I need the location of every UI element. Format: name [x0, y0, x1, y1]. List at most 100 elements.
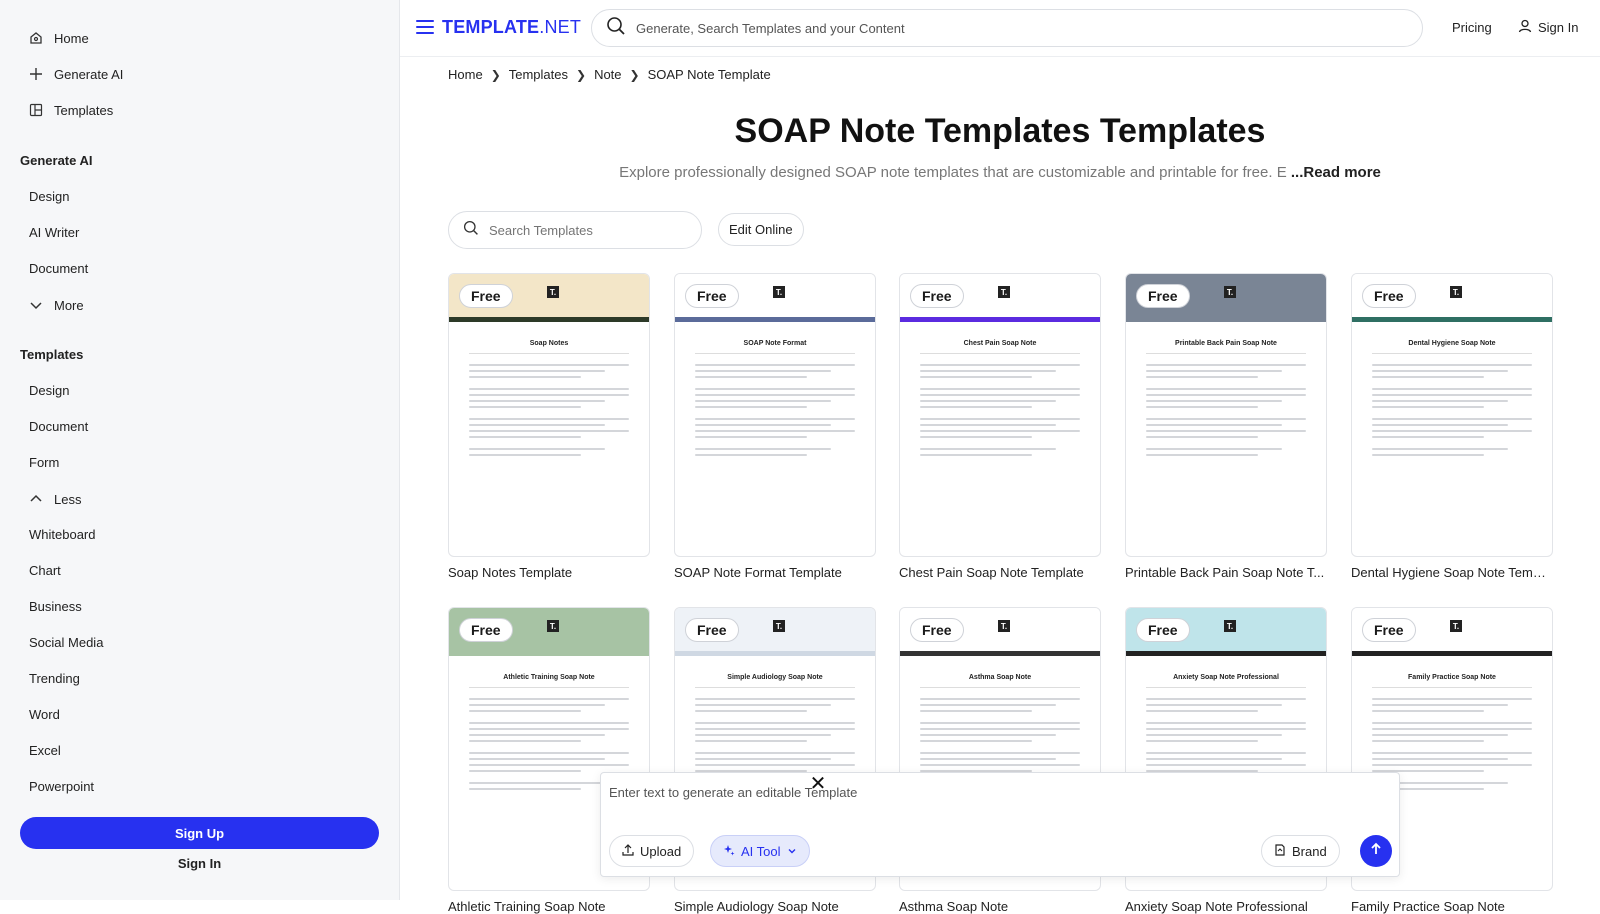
sidebar-item-business[interactable]: Business — [29, 599, 82, 614]
sidebar-item-chart[interactable]: Chart — [29, 563, 61, 578]
thumbnail-doc-title: Simple Audiology Soap Note — [727, 674, 823, 681]
sidebar-more-toggle[interactable]: More — [28, 297, 84, 313]
ai-generate-panel: Enter text to generate an editable Templ… — [600, 772, 1400, 877]
sparkle-icon — [723, 844, 735, 859]
template-search-field[interactable] — [448, 211, 702, 249]
template-thumbnail[interactable]: Free T. Dental Hygiene Soap Note — [1351, 273, 1553, 557]
sidebar-less-toggle[interactable]: Less — [28, 491, 81, 507]
template-logo-icon: T. — [547, 286, 559, 298]
edit-online-button[interactable]: Edit Online — [718, 213, 804, 246]
template-thumbnail[interactable]: Free T. SOAP Note Format — [674, 273, 876, 557]
template-logo-icon: T. — [998, 620, 1010, 632]
sidebar-item-document[interactable]: Document — [29, 261, 88, 276]
generate-ai-heading: Generate AI — [20, 153, 93, 168]
sidebar-item-template-document[interactable]: Document — [29, 419, 88, 434]
brand-icon — [1274, 843, 1286, 859]
breadcrumb-note[interactable]: Note — [594, 67, 621, 82]
brand-button[interactable]: Brand — [1261, 835, 1340, 867]
template-card[interactable]: Free T. Chest Pain Soap Note Chest Pain Soa… — [899, 273, 1101, 580]
thumbnail-doc-title: Athletic Training Soap Note — [503, 674, 595, 681]
ai-tool-dropdown[interactable]: AI Tool — [710, 835, 810, 867]
template-title[interactable]: Chest Pain Soap Note Template — [899, 565, 1101, 580]
sidebar-item-whiteboard[interactable]: Whiteboard — [29, 527, 95, 542]
thumbnail-document: Printable Back Pain Soap Note — [1146, 340, 1306, 456]
template-title[interactable]: SOAP Note Format Template — [674, 565, 876, 580]
logo[interactable]: TEMPLATE.NET — [442, 17, 581, 38]
close-icon[interactable]: ✕ — [808, 774, 828, 794]
home-icon — [28, 30, 44, 46]
read-more-link[interactable]: ...Read more — [1291, 164, 1381, 181]
sidebar-item-excel[interactable]: Excel — [29, 743, 61, 758]
template-logo-icon: T. — [773, 620, 785, 632]
free-badge: Free — [685, 618, 739, 642]
template-title[interactable]: Anxiety Soap Note Professional — [1125, 899, 1327, 914]
sidebar-item-template-design[interactable]: Design — [29, 383, 69, 398]
thumbnail-doc-title: SOAP Note Format — [743, 340, 807, 347]
template-title[interactable]: Athletic Training Soap Note — [448, 899, 650, 914]
sidebar-item-form[interactable]: Form — [29, 455, 59, 470]
sidebar-item-powerpoint[interactable]: Powerpoint — [29, 779, 94, 794]
free-badge: Free — [1362, 284, 1416, 308]
header-sign-in-link[interactable]: Sign In — [1518, 19, 1578, 36]
template-card[interactable]: Free T. Soap Notes Soap Notes Template — [448, 273, 650, 580]
pricing-link[interactable]: Pricing — [1452, 20, 1492, 35]
template-card[interactable]: Free T. Printable Back Pain Soap Note Print… — [1125, 273, 1327, 580]
sidebar-item-word[interactable]: Word — [29, 707, 60, 722]
plus-icon — [28, 66, 44, 82]
template-thumbnail[interactable]: Free T. Soap Notes — [448, 273, 650, 557]
sidebar-item-ai-writer[interactable]: AI Writer — [29, 225, 79, 240]
template-logo-icon: T. — [773, 286, 785, 298]
template-title[interactable]: Family Practice Soap Note — [1351, 899, 1553, 914]
template-title[interactable]: Dental Hygiene Soap Note Templ... — [1351, 565, 1553, 580]
free-badge: Free — [459, 618, 513, 642]
send-button[interactable] — [1360, 835, 1392, 867]
templates-heading: Templates — [20, 347, 84, 362]
template-thumbnail[interactable]: Free T. Chest Pain Soap Note — [899, 273, 1101, 557]
search-icon — [463, 220, 479, 241]
template-title[interactable]: Soap Notes Template — [448, 565, 650, 580]
breadcrumb-templates[interactable]: Templates — [509, 67, 568, 82]
thumbnail-document: Soap Notes — [469, 340, 629, 456]
thumbnail-document: Dental Hygiene Soap Note — [1372, 340, 1532, 456]
template-logo-icon: T. — [998, 286, 1010, 298]
template-card[interactable]: Free T. Dental Hygiene Soap Note Dental Hyg… — [1351, 273, 1553, 580]
sidebar-sign-in-link[interactable]: Sign In — [20, 856, 379, 871]
free-badge: Free — [910, 618, 964, 642]
top-bar: TEMPLATE.NET Generate, Search Templates … — [400, 0, 1600, 57]
logo-main: TEMPLATE — [442, 17, 540, 37]
chevron-down-icon — [787, 844, 797, 859]
sidebar-item-templates[interactable]: Templates — [28, 102, 113, 118]
user-icon — [1518, 19, 1532, 36]
thumbnail-doc-title: Family Practice Soap Note — [1408, 674, 1496, 681]
sidebar-item-design[interactable]: Design — [29, 189, 69, 204]
free-badge: Free — [910, 284, 964, 308]
breadcrumb-home[interactable]: Home — [448, 67, 483, 82]
sidebar-item-label: Generate AI — [54, 66, 124, 82]
free-badge: Free — [685, 284, 739, 308]
thumbnail-doc-title: Anxiety Soap Note Professional — [1173, 674, 1279, 681]
sidebar-item-home[interactable]: Home — [28, 30, 89, 46]
page-title: SOAP Note Templates Templates — [734, 112, 1266, 150]
thumbnail-doc-title: Soap Notes — [529, 340, 569, 347]
subtitle-text: Explore professionally designed SOAP not… — [619, 164, 1287, 181]
sign-up-button[interactable]: Sign Up — [20, 817, 379, 849]
less-label: Less — [54, 491, 82, 507]
thumbnail-doc-title: Dental Hygiene Soap Note — [1408, 340, 1496, 347]
template-title[interactable]: Printable Back Pain Soap Note T... — [1125, 565, 1327, 580]
template-title[interactable]: Simple Audiology Soap Note — [674, 899, 876, 914]
sidebar: Home Generate AI Templates Generate AI D… — [0, 0, 400, 900]
template-card[interactable]: Free T. SOAP Note Format SOAP Note Format T… — [674, 273, 876, 580]
upload-icon — [622, 843, 634, 859]
template-thumbnail[interactable]: Free T. Printable Back Pain Soap Note — [1125, 273, 1327, 557]
global-search-input[interactable]: Generate, Search Templates and your Cont… — [591, 9, 1423, 47]
chevron-right-icon: ❯ — [490, 67, 501, 82]
sidebar-item-social-media[interactable]: Social Media — [29, 635, 103, 650]
sidebar-item-trending[interactable]: Trending — [29, 671, 80, 686]
upload-button[interactable]: Upload — [609, 835, 695, 867]
template-title[interactable]: Asthma Soap Note — [899, 899, 1101, 914]
sidebar-item-generate-ai[interactable]: Generate AI — [28, 66, 123, 82]
brand-label: Brand — [1292, 843, 1327, 859]
arrow-up-icon — [1369, 842, 1383, 861]
hamburger-menu-icon[interactable] — [416, 20, 434, 34]
template-search-input[interactable] — [489, 222, 669, 238]
